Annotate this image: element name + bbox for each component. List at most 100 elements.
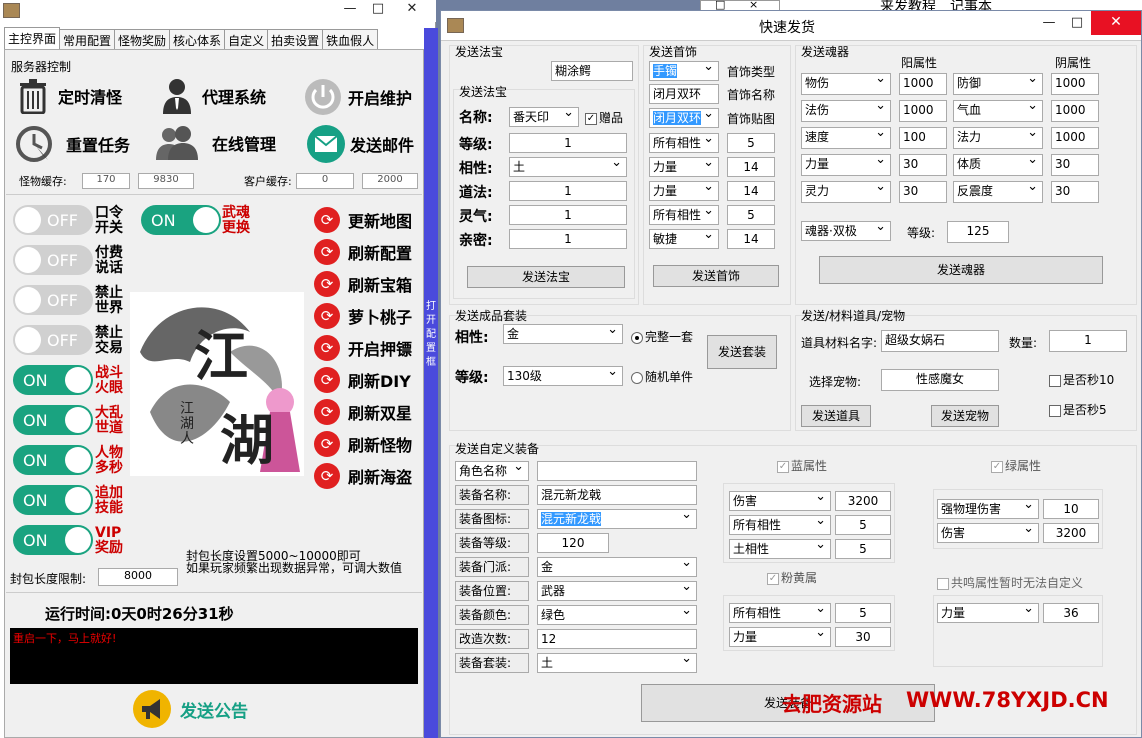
send-item-button[interactable]: 发送道具 — [801, 405, 871, 427]
refresh-button-1[interactable]: ⟳ 刷新配置 — [314, 239, 412, 265]
shoushi-attr-select-0[interactable]: 所有相性 — [649, 131, 719, 153]
hunqi-right-input-0[interactable]: 1000 — [1051, 73, 1099, 95]
hunqi-kind-select[interactable]: 魂器·双极 — [801, 219, 891, 241]
send-announcement-button[interactable]: 发送公告 — [132, 689, 248, 729]
hunqi-left-select-4[interactable]: 灵力 — [801, 179, 891, 203]
shoushi-attr-select-4[interactable]: 敏捷 — [649, 227, 719, 249]
send-pet-button[interactable]: 发送宠物 — [931, 405, 999, 427]
hunqi-right-select-3[interactable]: 体质 — [953, 152, 1043, 176]
attr-select-pink_rows-0[interactable]: 所有相性 — [729, 601, 831, 623]
custom-field-select-2[interactable]: 混元新龙戟 — [537, 507, 697, 529]
hunqi-left-input-2[interactable]: 100 — [899, 127, 947, 149]
fabao-level-input[interactable]: 1 — [509, 133, 627, 153]
attr-select-green_rows-1[interactable]: 伤害 — [937, 521, 1039, 543]
maximize-button[interactable]: □ — [362, 0, 394, 20]
hunqi-left-input-4[interactable]: 30 — [899, 181, 947, 203]
hunqi-right-select-2[interactable]: 法力 — [953, 125, 1043, 149]
online-manage-button[interactable]: 在线管理 — [156, 124, 276, 162]
shoushi-attr-input-0[interactable]: 5 — [727, 133, 775, 153]
attr-select-res_rows-0[interactable]: 力量 — [937, 601, 1039, 623]
refresh-button-3[interactable]: ⟳ 萝卜桃子 — [314, 303, 412, 329]
hunqi-right-select-4[interactable]: 反震度 — [953, 179, 1043, 203]
shoushi-attr-select-1[interactable]: 力量 — [649, 155, 719, 177]
config-drawer-handle[interactable] — [424, 28, 438, 738]
send-shoushi-button[interactable]: 发送首饰 — [653, 265, 779, 287]
fabao-xiang-select[interactable]: 土 — [509, 155, 627, 177]
refresh-button-2[interactable]: ⟳ 刷新宝箱 — [314, 271, 412, 297]
tab-custom[interactable]: 自定义 — [224, 29, 269, 49]
hunqi-left-select-0[interactable]: 物伤 — [801, 71, 891, 95]
custom-field-label-0[interactable]: 角色名称 — [455, 459, 529, 481]
shoushi-attr-select-3[interactable]: 所有相性 — [649, 203, 719, 225]
refresh-button-8[interactable]: ⟳ 刷新海盗 — [314, 463, 412, 489]
item-name-input[interactable]: 超级女娲石 — [881, 330, 999, 352]
toggle-7[interactable]: ON — [13, 485, 93, 515]
toggle-8[interactable]: ON — [13, 525, 93, 555]
maintenance-button[interactable]: 开启维护 — [304, 78, 412, 116]
fabao-ling-input[interactable]: 1 — [509, 205, 627, 225]
refresh-button-7[interactable]: ⟳ 刷新怪物 — [314, 431, 412, 457]
hunqi-left-input-3[interactable]: 30 — [899, 154, 947, 176]
attr-input-blue_rows-0[interactable]: 3200 — [835, 491, 891, 511]
toggle-2[interactable]: OFF — [13, 285, 93, 315]
shoushi-attr-select-2[interactable]: 力量 — [649, 179, 719, 201]
toggle-5[interactable]: ON — [13, 405, 93, 435]
attr-input-pink_rows-1[interactable]: 30 — [835, 627, 891, 647]
pink-attr-checkbox[interactable]: ✓ 粉黄属 — [767, 569, 817, 586]
blue-attr-checkbox[interactable]: ✓ 蓝属性 — [777, 457, 827, 474]
attr-select-blue_rows-2[interactable]: 土相性 — [729, 537, 831, 559]
tab-auction[interactable]: 拍卖设置 — [267, 29, 324, 49]
item-s10-checkbox[interactable]: 是否秒10 — [1049, 371, 1114, 388]
attr-select-blue_rows-1[interactable]: 所有相性 — [729, 513, 831, 535]
send-hunqi-button[interactable]: 发送魂器 — [819, 256, 1103, 284]
custom-field-input-1[interactable]: 混元新龙戟 — [537, 485, 697, 505]
fabao-gift-checkbox[interactable]: ✓ 赠品 — [585, 109, 623, 126]
close-button[interactable]: ✕ — [396, 0, 428, 20]
shoushi-attr-input-2[interactable]: 14 — [727, 181, 775, 201]
send-suit-button[interactable]: 发送套装 — [707, 335, 777, 369]
resonance-checkbox[interactable]: 共鸣属性暂时无法自定义 — [937, 574, 1083, 591]
hunqi-right-input-2[interactable]: 1000 — [1051, 127, 1099, 149]
shoushi-attr-input-1[interactable]: 14 — [727, 157, 775, 177]
attr-select-pink_rows-1[interactable]: 力量 — [729, 625, 831, 647]
hunqi-left-select-3[interactable]: 力量 — [801, 152, 891, 176]
custom-field-select-4[interactable]: 金 — [537, 555, 697, 577]
custom-field-input-0[interactable] — [537, 461, 697, 481]
toggle-3[interactable]: OFF — [13, 325, 93, 355]
fabao-name-select[interactable]: 番天印 — [509, 105, 579, 127]
fabao-target-input[interactable]: 糊涂鳄 — [551, 61, 633, 81]
custom-field-select-5[interactable]: 武器 — [537, 579, 697, 601]
fabao-dao-input[interactable]: 1 — [509, 181, 627, 201]
custom-field-select-6[interactable]: 绿色 — [537, 603, 697, 625]
hunqi-left-select-2[interactable]: 速度 — [801, 125, 891, 149]
custom-field-select-8[interactable]: 土 — [537, 651, 697, 673]
maximize-button[interactable]: □ — [1061, 14, 1093, 34]
refresh-button-6[interactable]: ⟳ 刷新双星 — [314, 399, 412, 425]
clear-monsters-button[interactable]: 定时清怪 — [16, 78, 122, 114]
toggle-1[interactable]: OFF — [13, 245, 93, 275]
refresh-button-5[interactable]: ⟳ 刷新DIY — [314, 367, 411, 393]
toggle-6[interactable]: ON — [13, 445, 93, 475]
send-mail-button[interactable]: 发送邮件 — [306, 124, 414, 164]
shoushi-attr-input-4[interactable]: 14 — [727, 229, 775, 249]
send-fabao-button[interactable]: 发送法宝 — [467, 266, 625, 288]
shoushi-attr-input-3[interactable]: 5 — [727, 205, 775, 225]
attr-select-blue_rows-0[interactable]: 伤害 — [729, 489, 831, 511]
suit-full-radio[interactable]: 完整一套 — [631, 328, 693, 345]
custom-field-input-7[interactable]: 12 — [537, 629, 697, 649]
hunqi-right-select-1[interactable]: 气血 — [953, 98, 1043, 122]
reset-tasks-button[interactable]: 重置任务 — [14, 124, 130, 164]
attr-input-pink_rows-0[interactable]: 5 — [835, 603, 891, 623]
hunqi-right-input-1[interactable]: 1000 — [1051, 100, 1099, 122]
shoushi-name-input[interactable]: 闭月双环 — [649, 84, 719, 104]
green-attr-checkbox[interactable]: ✓ 绿属性 — [991, 457, 1041, 474]
suit-level-select[interactable]: 130级 — [503, 364, 623, 386]
attr-input-green_rows-0[interactable]: 10 — [1043, 499, 1099, 519]
tab-common-config[interactable]: 常用配置 — [59, 29, 116, 49]
hunqi-left-input-1[interactable]: 1000 — [899, 100, 947, 122]
attr-input-blue_rows-1[interactable]: 5 — [835, 515, 891, 535]
suit-single-radio[interactable]: 随机单件 — [631, 368, 693, 385]
tab-main[interactable]: 主控界面 — [4, 27, 61, 49]
fabao-qin-input[interactable]: 1 — [509, 229, 627, 249]
attr-input-res_rows-0[interactable]: 36 — [1043, 603, 1099, 623]
